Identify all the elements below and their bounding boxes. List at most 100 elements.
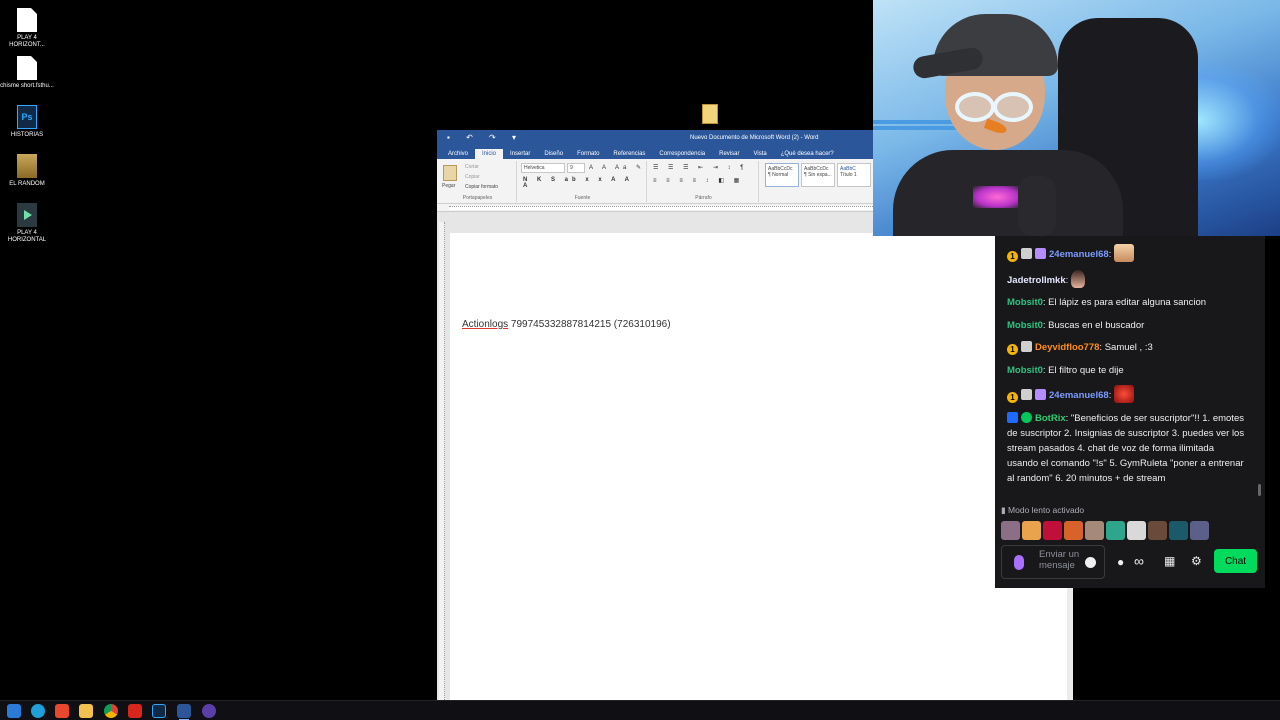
- word-window-title: Nuevo Documento de Microsoft Word (2) - …: [690, 135, 819, 141]
- align-buttons[interactable]: ≡ ≡ ≡ ≡ ↕ ◧ ▦: [653, 177, 743, 184]
- avatar[interactable]: [1127, 521, 1146, 540]
- tab-referencias[interactable]: Referencias: [606, 149, 652, 159]
- emote-face-icon: [1113, 244, 1134, 262]
- chat-message: Jadetrollmkk:: [1007, 269, 1247, 288]
- gear-icon[interactable]: ⚙: [1191, 554, 1202, 568]
- desktop-folder-icon[interactable]: [702, 104, 718, 124]
- chat-username[interactable]: Mobsit0: [1007, 365, 1043, 376]
- chat-username[interactable]: Mobsit0: [1007, 320, 1043, 331]
- video-icon: [17, 203, 37, 227]
- tab-correspondencia[interactable]: Correspondencia: [652, 149, 712, 159]
- tab-revisar[interactable]: Revisar: [712, 149, 746, 159]
- subscriber-badge-icon: 1: [1007, 392, 1018, 403]
- desktop-icon-chisme-short[interactable]: chisme short.fsthu...: [0, 56, 54, 90]
- list-buttons[interactable]: ☰ ☰ ☰ ⇤ ⇥ ↕ ¶: [653, 164, 747, 171]
- tab-vista[interactable]: Vista: [746, 149, 773, 159]
- microphone-icon[interactable]: [1014, 555, 1024, 570]
- font-format-buttons[interactable]: N K S ab x x A A A: [523, 177, 646, 189]
- slow-mode-text: Modo lento activado: [1008, 505, 1085, 515]
- word-icon[interactable]: [177, 704, 191, 720]
- save-icon[interactable]: ▪: [447, 133, 450, 142]
- avatar[interactable]: [1190, 521, 1209, 540]
- chat-username[interactable]: 24emanuel68: [1049, 249, 1109, 260]
- tab-diseno[interactable]: Diseño: [537, 149, 570, 159]
- avatar[interactable]: [1106, 521, 1125, 540]
- paste-button[interactable]: Pegar: [442, 183, 455, 189]
- photoshop-icon: Ps: [17, 105, 37, 129]
- desktop-icon-label: HISTORIAS: [10, 132, 44, 138]
- chat-send-button[interactable]: Chat: [1214, 549, 1257, 573]
- document-text[interactable]: Actionlogs 799745332887814215 (726310196…: [462, 319, 671, 330]
- viewer-avatar-row: [1001, 521, 1209, 540]
- desktop-icon-play4-horizontal[interactable]: PLAY 4 HORIZONTAL: [0, 203, 54, 244]
- font-size-buttons[interactable]: A A Aa ✎: [589, 164, 645, 171]
- avatar[interactable]: [1001, 521, 1020, 540]
- chat-username[interactable]: Deyvidfloo778: [1035, 342, 1099, 353]
- avatar[interactable]: [1169, 521, 1188, 540]
- undo-icon[interactable]: ↶: [466, 133, 473, 142]
- stream-chat: 1 24emanuel68: Jadetrollmkk: Mobsit0: El …: [995, 236, 1265, 588]
- microphone: [1018, 176, 1056, 236]
- avatar[interactable]: [1064, 521, 1083, 540]
- chat-username[interactable]: Jadetrollmkk: [1007, 275, 1066, 286]
- document-text-word: Actionlogs: [462, 319, 509, 330]
- chat-text: El filtro que te dije: [1048, 364, 1124, 376]
- chat-username[interactable]: 24emanuel68: [1049, 390, 1109, 401]
- photoshop-icon[interactable]: [152, 704, 166, 718]
- desktop-icon-el-random[interactable]: EL RANDOM: [0, 154, 54, 188]
- avatar[interactable]: [1085, 521, 1104, 540]
- face-badge-icon: [1021, 248, 1032, 259]
- font-size-select[interactable]: 9: [567, 163, 585, 173]
- avatar[interactable]: [1043, 521, 1062, 540]
- font-name-select[interactable]: Helvetica: [521, 163, 565, 173]
- chat-username[interactable]: Mobsit0: [1007, 297, 1043, 308]
- chat-scrollbar[interactable]: [1258, 484, 1261, 496]
- chat-message: Mobsit0: Buscas en el buscador: [1007, 319, 1145, 331]
- chrome-icon[interactable]: [104, 704, 118, 718]
- slow-mode-notice: ▮ Modo lento activado: [1001, 505, 1084, 516]
- cut-button[interactable]: Cortar: [465, 164, 479, 170]
- tell-me-search[interactable]: ¿Qué desea hacer?: [774, 149, 841, 159]
- paste-icon[interactable]: [443, 165, 457, 181]
- gift-badge-icon: [1035, 389, 1046, 400]
- avatar[interactable]: [1148, 521, 1167, 540]
- format-painter-button[interactable]: Copiar formato: [465, 184, 498, 190]
- start-icon[interactable]: [7, 704, 21, 718]
- obs-icon[interactable]: [202, 704, 216, 718]
- edge-icon[interactable]: [31, 704, 45, 718]
- desktop-icon-historias[interactable]: Ps HISTORIAS: [0, 105, 54, 139]
- channel-points-icon[interactable]: ●: [1117, 555, 1124, 569]
- desktop-screen: PLAY 4 HORIZONT... chisme short.fsthu...…: [0, 0, 1280, 720]
- infinity-icon[interactable]: ∞: [1134, 553, 1144, 569]
- tab-insertar[interactable]: Insertar: [503, 149, 537, 159]
- chat-text: El lápiz es para editar alguna sancion: [1048, 297, 1207, 308]
- tab-formato[interactable]: Formato: [570, 149, 606, 159]
- chat-message: BotRix: "Beneficios de ser suscriptor"!!…: [1007, 411, 1245, 484]
- desktop-icon-play4-horizont[interactable]: PLAY 4 HORIZONT...: [0, 8, 54, 49]
- document-area: Actionlogs 799745332887814215 (726310196…: [437, 222, 1073, 700]
- quick-access-toolbar: ▪ ↶ ↷ ▾: [447, 133, 530, 142]
- tab-inicio[interactable]: Inicio: [475, 149, 504, 159]
- explorer-icon[interactable]: [79, 704, 93, 718]
- webcam-overlay: [873, 0, 1280, 236]
- tab-archivo[interactable]: Archivo: [441, 149, 475, 159]
- capcut-icon[interactable]: [128, 704, 142, 718]
- store-icon[interactable]: ▦: [1164, 554, 1175, 568]
- emoji-icon[interactable]: [1085, 557, 1096, 568]
- chat-input-placeholder: Enviar un mensaje: [1039, 549, 1080, 571]
- brave-icon[interactable]: [55, 704, 69, 718]
- style-normal[interactable]: AaBbCcDc ¶ Normal: [765, 163, 799, 187]
- avatar[interactable]: [1022, 521, 1041, 540]
- face-badge-icon: [1021, 389, 1032, 400]
- emote-hand-icon: [1070, 269, 1085, 288]
- style-heading-1[interactable]: AaBbC Título 1: [837, 163, 871, 187]
- document-page[interactable]: Actionlogs 799745332887814215 (726310196…: [450, 233, 1073, 700]
- chat-message-input[interactable]: Enviar un mensaje: [1001, 545, 1105, 579]
- chat-username[interactable]: BotRix: [1035, 413, 1066, 424]
- style-no-spacing[interactable]: AaBbCcDc ¶ Sin espa...: [801, 163, 835, 187]
- font-group: Helvetica 9 A A Aa ✎ N K S ab x x A A A …: [519, 161, 647, 202]
- customize-icon[interactable]: ▾: [512, 133, 516, 142]
- chat-message: 1 24emanuel68:: [1007, 244, 1247, 262]
- copy-button[interactable]: Copiar: [465, 174, 480, 180]
- redo-icon[interactable]: ↷: [489, 133, 496, 142]
